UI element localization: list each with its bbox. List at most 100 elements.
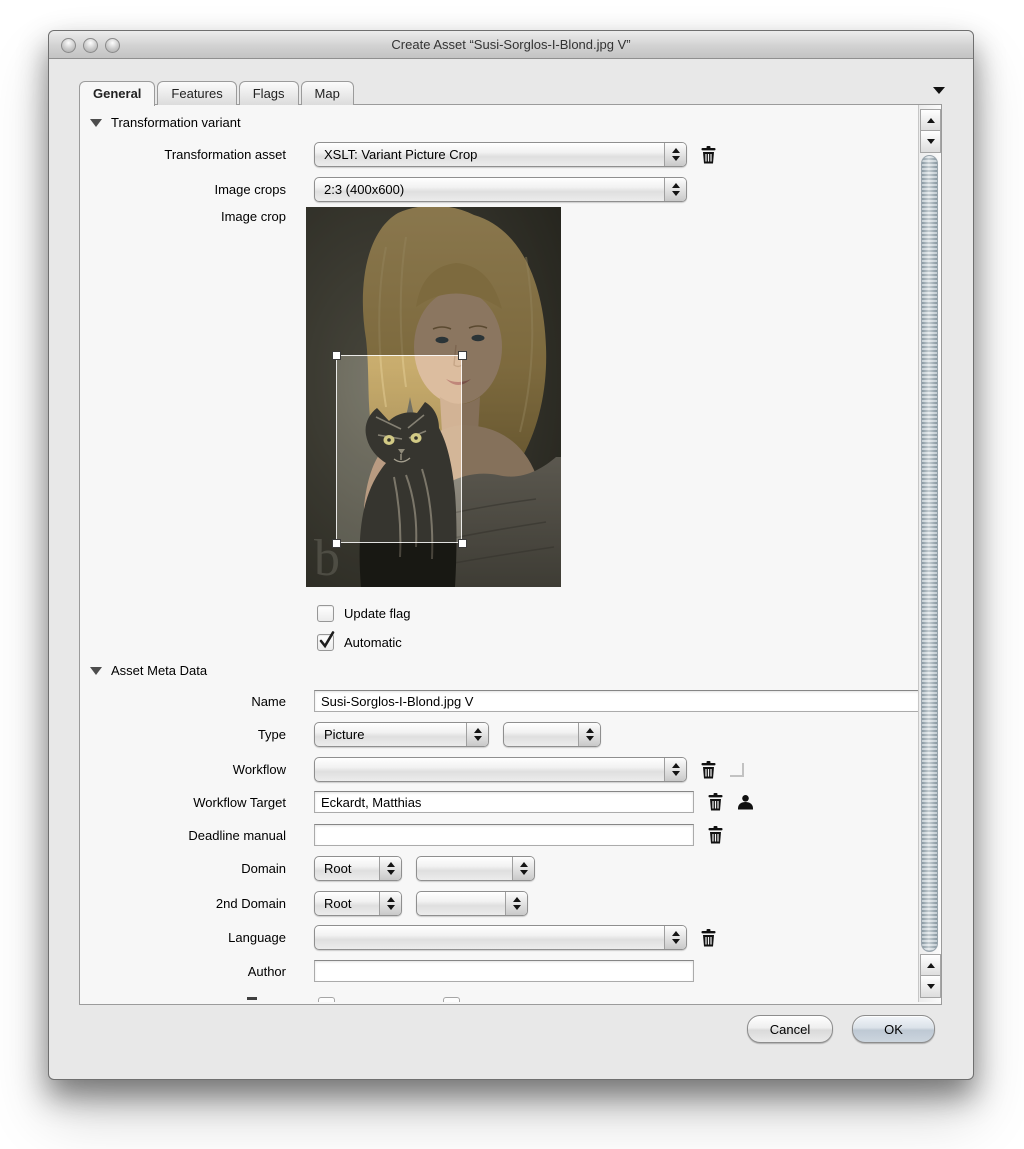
domain-secondary-popup[interactable] [416, 856, 535, 881]
crop-handle-bottom-left[interactable] [332, 539, 341, 548]
row-type: Type Picture [80, 722, 918, 747]
crop-preview-image[interactable]: b [306, 207, 561, 587]
tab-features[interactable]: Features [157, 81, 236, 105]
crop-dim-top [306, 207, 561, 355]
crop-dim-left [306, 355, 336, 543]
clipped-checkbox[interactable] [443, 997, 460, 1002]
row-clipped-flags [80, 995, 918, 1002]
trash-icon [701, 761, 716, 779]
disclosure-triangle-icon[interactable] [90, 667, 102, 675]
crop-selection-rect[interactable] [336, 355, 462, 543]
automatic-checkbox[interactable] [317, 634, 334, 651]
crop-handle-top-left[interactable] [332, 351, 341, 360]
popup-value: Picture [315, 727, 390, 742]
field-label: Transformation asset [80, 147, 286, 162]
arrow-up-icon [927, 118, 935, 123]
trash-icon [701, 929, 716, 947]
ok-button[interactable]: OK [852, 1015, 935, 1043]
popup-arrows-icon [379, 857, 401, 880]
type-popup[interactable]: Picture [314, 722, 489, 747]
crop-handle-bottom-right[interactable] [458, 539, 467, 548]
delete-workflow-button[interactable] [701, 761, 716, 779]
row-language: Language [80, 925, 918, 950]
delete-transformation-button[interactable] [701, 146, 716, 164]
zoom-button[interactable] [105, 38, 120, 53]
author-input[interactable] [314, 960, 694, 982]
tab-flags[interactable]: Flags [239, 81, 299, 105]
tab-general[interactable]: General [79, 81, 155, 106]
trash-icon [708, 793, 723, 811]
second-domain-popup[interactable]: Root [314, 891, 402, 916]
create-asset-dialog: Create Asset “Susi-Sorglos-I-Blond.jpg V… [48, 30, 974, 1080]
person-icon [737, 794, 754, 810]
scroll-up-button-bottom[interactable] [920, 954, 941, 977]
delete-deadline-button[interactable] [708, 826, 723, 844]
crop-dim-right [462, 355, 561, 543]
arrow-down-icon [927, 984, 935, 989]
crop-handle-top-right[interactable] [458, 351, 467, 360]
clipped-checkbox[interactable] [318, 997, 335, 1002]
deadline-manual-input[interactable] [314, 824, 694, 846]
disclosure-triangle-icon[interactable] [90, 119, 102, 127]
field-label: Workflow [80, 762, 286, 777]
arrow-down-icon [927, 139, 935, 144]
popup-arrows-icon [578, 723, 600, 746]
field-label: Language [80, 930, 286, 945]
row-author: Author [80, 960, 918, 982]
workflow-detail-button[interactable] [730, 763, 744, 777]
window-title: Create Asset “Susi-Sorglos-I-Blond.jpg V… [49, 31, 973, 58]
popup-value: 2:3 (400x600) [315, 182, 430, 197]
popup-arrows-icon [505, 892, 527, 915]
crop-dim-bottom [306, 543, 561, 587]
tab-bar: General Features Flags Map [79, 81, 354, 105]
checkbox-label: Automatic [344, 635, 402, 650]
clipped-label-fragment [247, 997, 257, 1000]
scrollbar-thumb[interactable] [921, 155, 938, 952]
titlebar[interactable]: Create Asset “Susi-Sorglos-I-Blond.jpg V… [49, 31, 973, 59]
transformation-asset-popup[interactable]: XSLT: Variant Picture Crop [314, 142, 687, 167]
row-update-flag: Update flag [80, 605, 918, 622]
minimize-button[interactable] [83, 38, 98, 53]
popup-arrows-icon [664, 926, 686, 949]
cancel-button[interactable]: Cancel [747, 1015, 833, 1043]
pick-user-button[interactable] [737, 794, 754, 810]
row-domain: Domain Root [80, 856, 918, 881]
field-label: 2nd Domain [80, 896, 286, 911]
trash-icon [701, 146, 716, 164]
tab-map[interactable]: Map [301, 81, 354, 105]
form-scroll-area: Transformation variant Transformation as… [80, 105, 918, 1002]
update-flag-checkbox[interactable] [317, 605, 334, 622]
workflow-popup[interactable] [314, 757, 687, 782]
type-secondary-popup[interactable] [503, 722, 601, 747]
field-label: Name [80, 694, 286, 709]
language-popup[interactable] [314, 925, 687, 950]
popup-value: XSLT: Variant Picture Crop [315, 147, 503, 162]
domain-popup[interactable]: Root [314, 856, 402, 881]
section-transformation-variant: Transformation variant [90, 115, 241, 130]
field-label: Domain [80, 861, 286, 876]
traffic-lights [61, 38, 120, 53]
row-image-crops: Image crops 2:3 (400x600) [80, 177, 918, 202]
workflow-target-input[interactable] [314, 791, 694, 813]
popup-arrows-icon [379, 892, 401, 915]
delete-workflow-target-button[interactable] [708, 793, 723, 811]
scroll-down-button-bottom[interactable] [920, 975, 941, 998]
second-domain-secondary-popup[interactable] [416, 891, 528, 916]
row-second-domain: 2nd Domain Root [80, 891, 918, 916]
vertical-scrollbar[interactable] [918, 105, 941, 1002]
scroll-up-button[interactable] [920, 109, 941, 132]
field-label: Type [80, 727, 286, 742]
popup-value: Root [315, 861, 377, 876]
general-tab-panel: Transformation variant Transformation as… [79, 104, 942, 1005]
row-deadline-manual: Deadline manual [80, 824, 918, 846]
scroll-down-button[interactable] [920, 130, 941, 153]
checkmark-icon [317, 629, 337, 649]
field-label: Workflow Target [80, 795, 286, 810]
image-crops-popup[interactable]: 2:3 (400x600) [314, 177, 687, 202]
popup-arrows-icon [664, 143, 686, 166]
close-button[interactable] [61, 38, 76, 53]
tab-overflow-chevron-icon[interactable] [933, 87, 945, 94]
popup-arrows-icon [664, 178, 686, 201]
name-input[interactable] [314, 690, 918, 712]
delete-language-button[interactable] [701, 929, 716, 947]
